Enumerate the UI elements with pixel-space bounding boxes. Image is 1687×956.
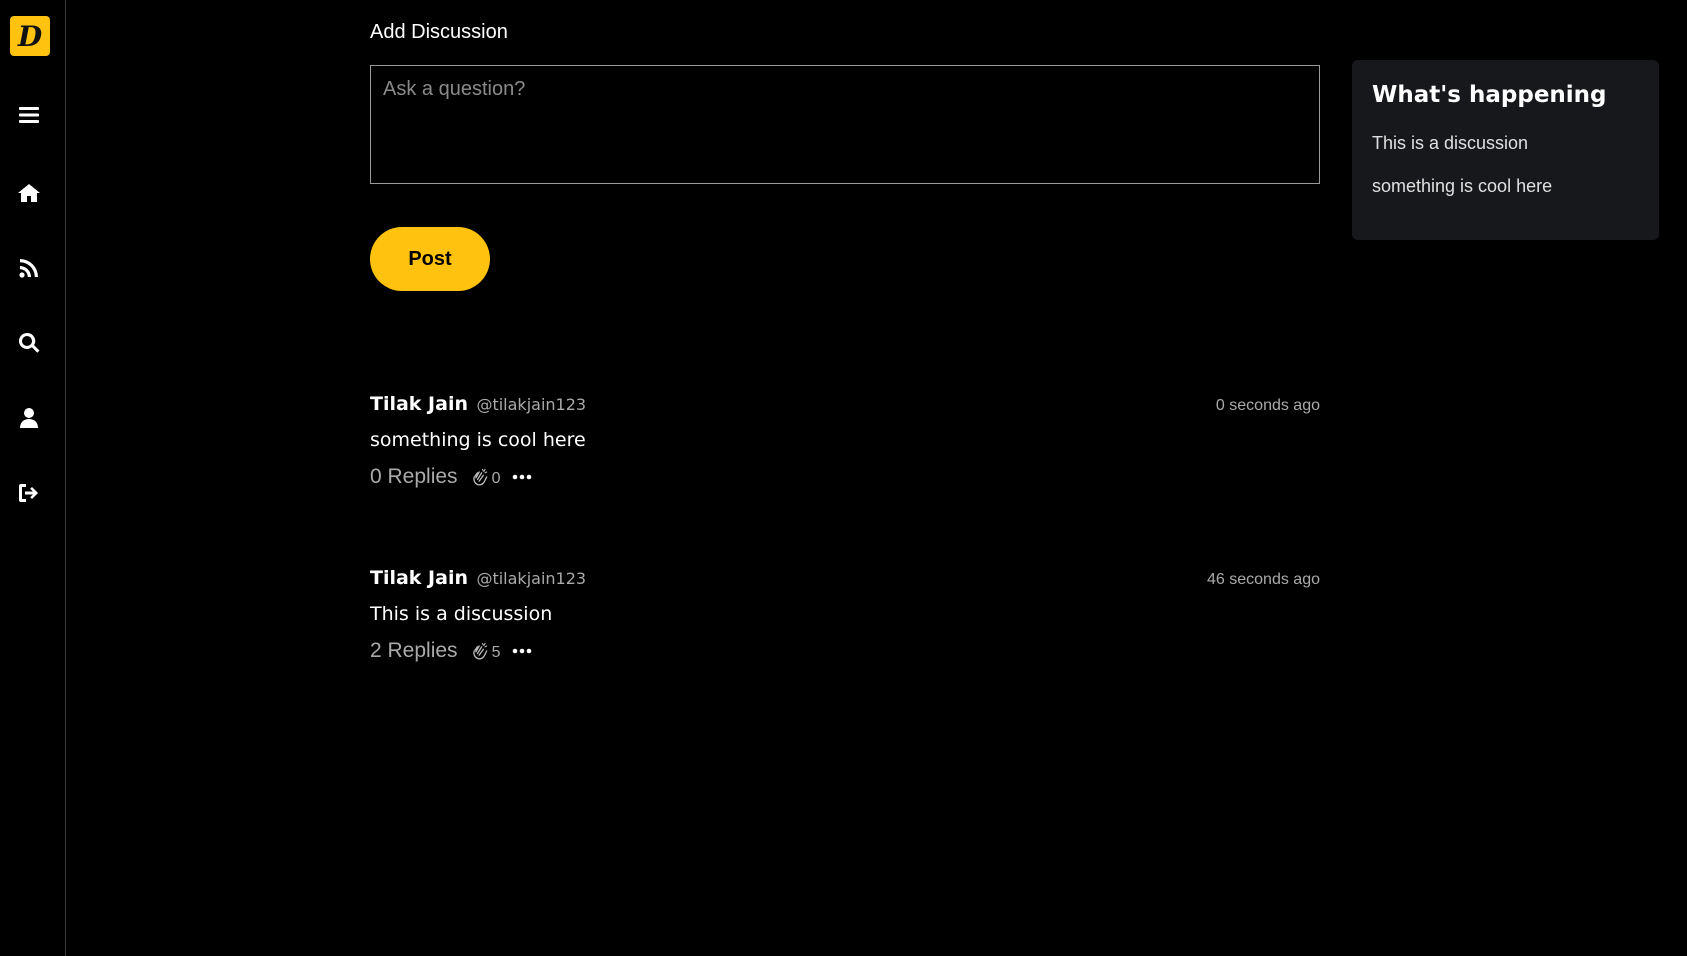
rss-feed-icon[interactable]	[13, 252, 45, 284]
menu-icon[interactable]	[13, 99, 45, 131]
discussion-footer: 2 Replies 5	[370, 639, 1320, 663]
replies-link[interactable]: 0 Replies	[370, 465, 458, 489]
discussion-header: Tilak Jain @tilakjain123 46 seconds ago	[370, 567, 1320, 593]
app-logo[interactable]: D	[10, 16, 50, 56]
logout-icon[interactable]	[13, 477, 45, 509]
clap-count: 5	[491, 644, 501, 661]
sidebar: D	[0, 0, 66, 956]
clap-button[interactable]: 0	[470, 466, 501, 488]
more-options-icon[interactable]	[512, 647, 532, 655]
happening-item[interactable]: something is cool here	[1372, 165, 1639, 208]
clap-icon	[472, 642, 487, 660]
whats-happening-panel: What's happening This is a discussion so…	[1352, 60, 1659, 240]
author-handle: @tilakjain123	[476, 395, 587, 414]
search-icon[interactable]	[13, 327, 45, 359]
happening-item[interactable]: This is a discussion	[1372, 122, 1639, 165]
author-handle: @tilakjain123	[476, 569, 587, 588]
clap-icon	[472, 468, 487, 486]
add-discussion-title: Add Discussion	[370, 21, 508, 43]
discussion-item: Tilak Jain @tilakjain123 0 seconds ago s…	[370, 393, 1320, 489]
clap-button[interactable]: 5	[470, 640, 501, 662]
discussion-header: Tilak Jain @tilakjain123 0 seconds ago	[370, 393, 1320, 419]
clap-count: 0	[491, 470, 501, 487]
logo-letter: D	[17, 19, 43, 53]
post-time: 46 seconds ago	[1207, 571, 1320, 588]
home-icon[interactable]	[13, 177, 45, 209]
discussion-footer: 0 Replies 0	[370, 465, 1320, 489]
discussion-text[interactable]: This is a discussion	[370, 603, 1320, 625]
author-name[interactable]: Tilak Jain	[370, 567, 468, 589]
discussion-text[interactable]: something is cool here	[370, 429, 1320, 451]
post-time: 0 seconds ago	[1215, 397, 1320, 414]
whats-happening-title: What's happening	[1372, 82, 1607, 108]
author-name[interactable]: Tilak Jain	[370, 393, 468, 415]
replies-link[interactable]: 2 Replies	[370, 639, 458, 663]
discussion-item: Tilak Jain @tilakjain123 46 seconds ago …	[370, 567, 1320, 663]
more-options-icon[interactable]	[512, 473, 532, 481]
user-icon[interactable]	[13, 402, 45, 434]
post-button[interactable]: Post	[370, 227, 490, 291]
question-input[interactable]	[370, 65, 1320, 184]
